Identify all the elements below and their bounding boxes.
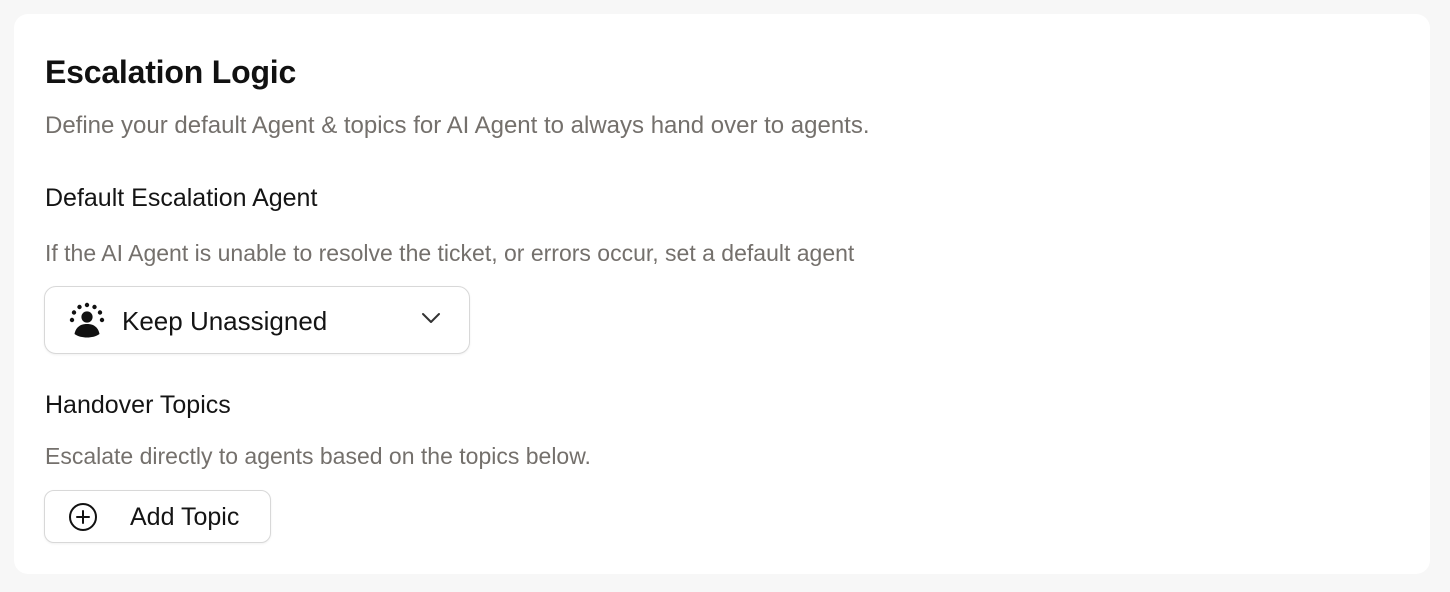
chevron-down-icon bbox=[422, 313, 440, 323]
unassigned-user-icon bbox=[69, 302, 105, 338]
handover-topics-heading: Handover Topics bbox=[45, 391, 231, 419]
page-title: Escalation Logic bbox=[45, 54, 297, 90]
escalation-logic-card: Escalation Logic Define your default Age… bbox=[14, 14, 1430, 574]
default-agent-heading: Default Escalation Agent bbox=[45, 184, 318, 212]
default-agent-description: If the AI Agent is unable to resolve the… bbox=[45, 240, 855, 266]
plus-circle-icon bbox=[69, 503, 97, 531]
add-topic-button[interactable]: Add Topic bbox=[44, 490, 271, 543]
handover-topics-description: Escalate directly to agents based on the… bbox=[45, 443, 591, 469]
page-subtitle: Define your default Agent & topics for A… bbox=[45, 112, 870, 139]
selected-agent-label: Keep Unassigned bbox=[122, 306, 328, 336]
add-topic-label: Add Topic bbox=[130, 503, 240, 531]
default-agent-select[interactable]: Keep Unassigned bbox=[44, 286, 470, 354]
